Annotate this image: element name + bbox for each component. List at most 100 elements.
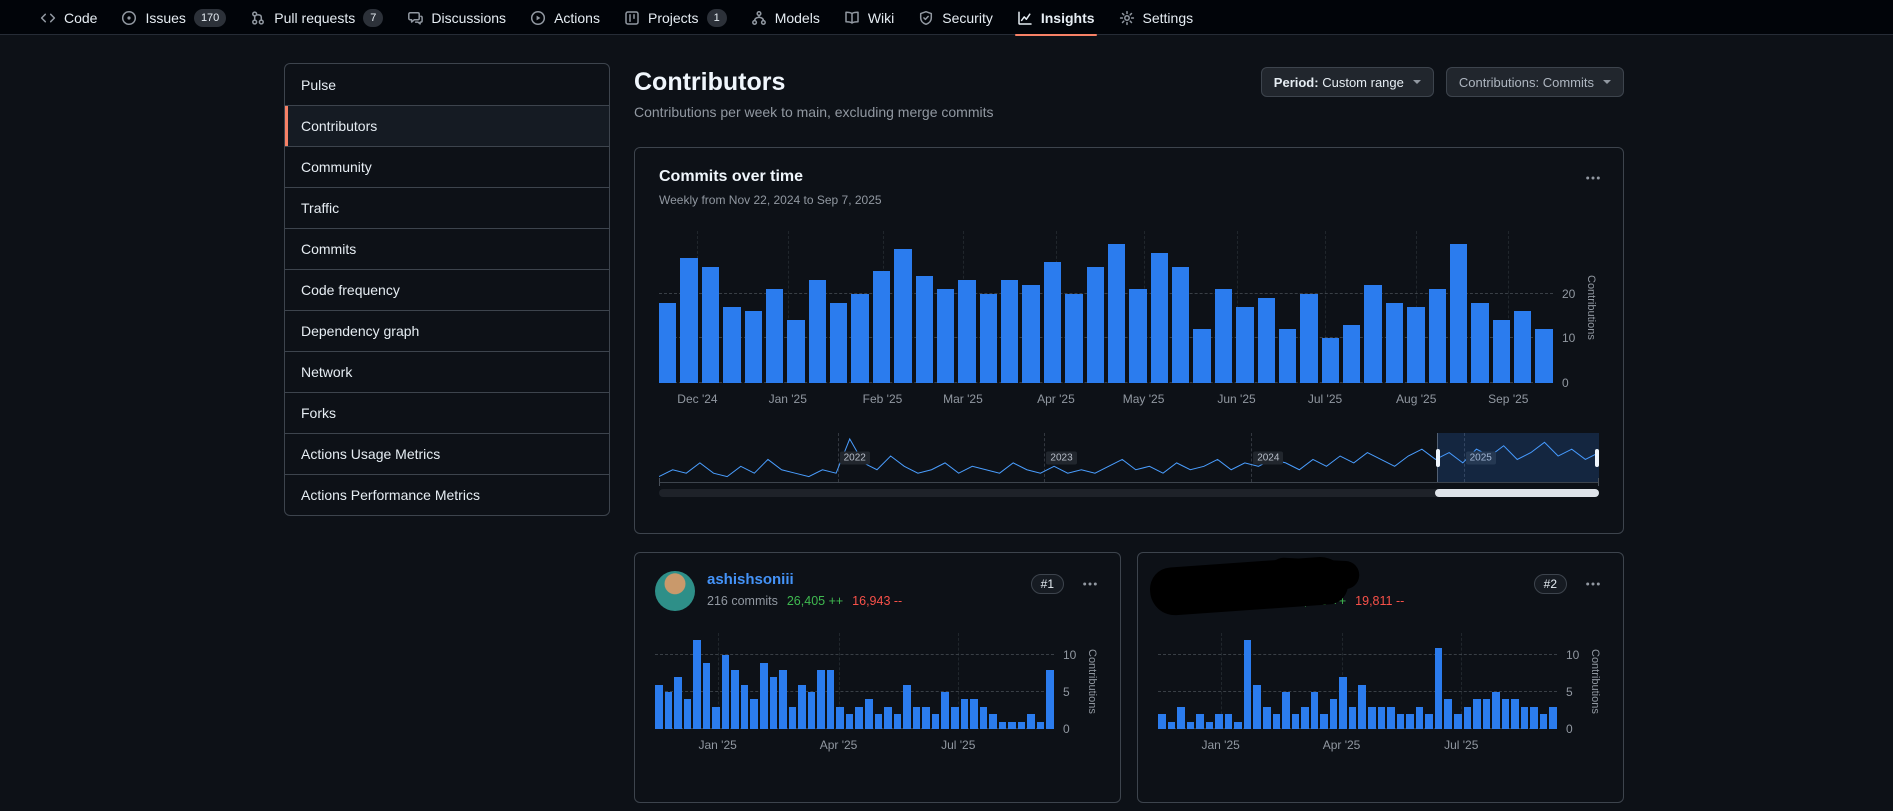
- insights-sidebar: Pulse Contributors Community Traffic Commits…: [284, 63, 610, 516]
- bar: [1434, 647, 1443, 729]
- deletions-count: 19,811 --: [1355, 594, 1405, 608]
- tab-code[interactable]: Code: [28, 0, 109, 35]
- period-dropdown-value: Custom range: [1322, 74, 1404, 90]
- x-axis: Jan '25 Apr '25 Jul '25: [1158, 729, 1557, 753]
- bar: [787, 320, 805, 383]
- brush-handle-right[interactable]: [1594, 448, 1599, 467]
- tab-discussions[interactable]: Discussions: [395, 0, 518, 35]
- bar: [721, 655, 730, 729]
- sidebar-item-actions-usage-metrics[interactable]: Actions Usage Metrics: [285, 433, 609, 474]
- x-axis: Dec '24 Jan '25 Feb '25 Mar '25 Apr '25 May '…: [659, 383, 1553, 407]
- scrollbar-thumb[interactable]: [1435, 489, 1599, 497]
- timeline-navigator[interactable]: 2022 2023 2024 2025: [659, 433, 1599, 486]
- bar: [1300, 293, 1318, 383]
- bar: [1444, 699, 1452, 729]
- models-icon: [751, 10, 767, 26]
- bar: [1343, 324, 1361, 383]
- bar: [723, 307, 741, 383]
- bar: [659, 302, 677, 383]
- bar: [1387, 706, 1395, 729]
- bar: [680, 257, 698, 383]
- bar: [712, 706, 720, 729]
- y-axis: 0 10 20: [1553, 231, 1583, 390]
- avatar[interactable]: [655, 571, 695, 611]
- sidebar-item-forks[interactable]: Forks: [285, 392, 609, 433]
- deletions-count: 16,943 --: [852, 594, 903, 608]
- bar: [683, 699, 692, 729]
- tab-issues[interactable]: Issues 170: [109, 0, 238, 35]
- bar: [874, 714, 883, 729]
- kebab-menu-button[interactable]: [1583, 574, 1603, 594]
- repo-tab-bar: Code Issues 170 Pull requests 7 Discussions Ac…: [0, 0, 1893, 36]
- sidebar-item-commits[interactable]: Commits: [285, 228, 609, 269]
- bar: [836, 706, 844, 729]
- bar: [1234, 721, 1242, 729]
- year-divider: 2022: [837, 433, 870, 482]
- additions-count: 26,405 ++: [786, 594, 844, 608]
- brush-selection[interactable]: [1436, 433, 1599, 482]
- bar: [1514, 311, 1532, 383]
- bar: [1158, 714, 1166, 729]
- sidebar-item-network[interactable]: Network: [285, 351, 609, 392]
- bar: [1364, 284, 1382, 383]
- kebab-icon: [1586, 176, 1600, 180]
- contributor-identity: ashishsoniii 216 commits 26,405 ++ 16,94…: [707, 571, 1031, 608]
- brush-handle-left[interactable]: [1436, 448, 1441, 467]
- bar: [1415, 706, 1424, 729]
- bar: [798, 684, 806, 729]
- bar: [1539, 714, 1548, 729]
- kebab-menu-button[interactable]: [1080, 574, 1100, 594]
- kebab-menu-button[interactable]: [1583, 168, 1603, 188]
- sidebar-item-pulse[interactable]: Pulse: [285, 64, 609, 105]
- sidebar-item-actions-performance-metrics[interactable]: Actions Performance Metrics: [285, 474, 609, 515]
- tab-models[interactable]: Models: [739, 0, 832, 35]
- bar: [1291, 714, 1300, 729]
- filter-buttons: Period: Custom range Contributions: Comm…: [1260, 67, 1624, 97]
- bar: [1036, 721, 1045, 729]
- bar: [1205, 721, 1214, 729]
- tab-wiki[interactable]: Wiki: [832, 0, 906, 35]
- year-label: 2022: [839, 451, 870, 464]
- bar: [817, 669, 825, 729]
- bar: [912, 706, 921, 729]
- period-dropdown-label: Period:: [1273, 74, 1319, 90]
- y-tick-label: 5: [1063, 685, 1070, 700]
- sidebar-item-community[interactable]: Community: [285, 146, 609, 187]
- bar: [1310, 692, 1319, 729]
- x-axis: Jan '25 Apr '25 Jul '25: [655, 729, 1054, 753]
- repo-nav: Code Issues 170 Pull requests 7 Discussions Ac…: [28, 0, 1206, 36]
- navigator-scrollbar[interactable]: [659, 489, 1599, 497]
- counter-badge: 1: [706, 8, 727, 27]
- sidebar-item-traffic[interactable]: Traffic: [285, 187, 609, 228]
- period-dropdown[interactable]: Period: Custom range: [1260, 67, 1434, 97]
- bar: [1107, 244, 1126, 383]
- bar: [760, 662, 768, 729]
- x-tick-label: Dec '24: [677, 392, 718, 406]
- bar: [1428, 289, 1446, 383]
- bar: [744, 311, 762, 383]
- bar: [807, 692, 816, 729]
- tab-security[interactable]: Security: [906, 0, 1005, 35]
- sidebar-item-contributors[interactable]: Contributors: [285, 105, 609, 146]
- tab-insights[interactable]: Insights: [1005, 0, 1107, 36]
- tab-actions[interactable]: Actions: [518, 0, 612, 35]
- code-icon: [40, 10, 56, 26]
- tab-projects[interactable]: Projects 1: [612, 0, 739, 35]
- sidebar-item-code-frequency[interactable]: Code frequency: [285, 269, 609, 310]
- y-axis-title: Contributions: [1585, 274, 1597, 340]
- contributor-username-link[interactable]: ashishsoniii: [707, 571, 794, 588]
- bar: [1214, 289, 1233, 383]
- x-tick-label: Jun '25: [1217, 392, 1256, 406]
- actions-play-icon: [530, 10, 546, 26]
- bar: [769, 677, 778, 729]
- bar: [1257, 298, 1275, 383]
- bar: [1482, 699, 1491, 729]
- bar: [1321, 338, 1339, 383]
- tab-pull-requests[interactable]: Pull requests 7: [238, 0, 395, 35]
- bar: [1253, 684, 1262, 729]
- bar: [674, 677, 682, 729]
- sidebar-item-dependency-graph[interactable]: Dependency graph: [285, 310, 609, 351]
- tab-settings[interactable]: Settings: [1107, 0, 1206, 35]
- bar: [1329, 699, 1338, 729]
- contributions-dropdown[interactable]: Contributions: Commits: [1445, 67, 1624, 97]
